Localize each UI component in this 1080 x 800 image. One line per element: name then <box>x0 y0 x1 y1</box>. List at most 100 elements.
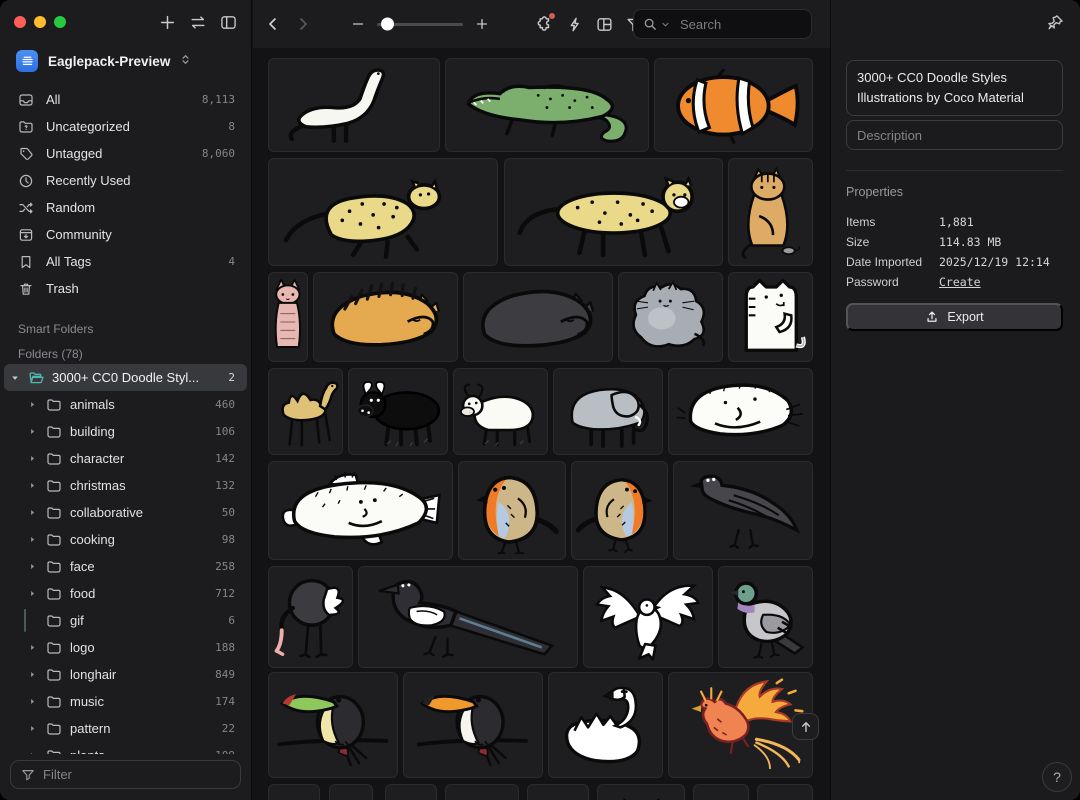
close-window-button[interactable] <box>14 16 26 28</box>
add-button[interactable] <box>159 14 176 31</box>
caret-right-icon[interactable] <box>28 454 38 463</box>
grid-item-elephant[interactable] <box>553 368 663 455</box>
sidebar-item-untagged[interactable]: Untagged 8,060 <box>0 140 251 167</box>
grid-item-partial-2[interactable] <box>329 784 373 800</box>
grid-item-ostrich[interactable] <box>268 566 353 668</box>
caret-right-icon[interactable] <box>28 643 38 652</box>
grid-item-crow[interactable] <box>673 461 813 560</box>
grid-item-partial-8[interactable] <box>757 784 813 800</box>
grid-item-cat-curled-gray[interactable] <box>463 272 613 362</box>
grid-item-toco-toucan[interactable] <box>403 672 543 778</box>
grid-item-partial-4[interactable] <box>445 784 519 800</box>
grid-item-dove[interactable] <box>583 566 713 668</box>
sphynx-cat-doodle <box>270 277 306 356</box>
grid-item-pigeon[interactable] <box>718 566 813 668</box>
folder-item-gif[interactable]: gif 6 <box>0 607 251 634</box>
toco-toucan-doodle <box>408 678 538 772</box>
grid-item-camel[interactable] <box>268 368 343 455</box>
folder-root-selected[interactable]: 3000+ CC0 Doodle Styl... 2 <box>4 364 247 391</box>
grid-item-cat-curled-orange[interactable] <box>313 272 458 362</box>
sidebar-item-all[interactable]: All 8,113 <box>0 86 251 113</box>
export-button[interactable]: Export <box>846 303 1063 331</box>
caret-right-icon[interactable] <box>28 562 38 571</box>
pin-panel-button[interactable] <box>1047 14 1064 36</box>
grid-item-flounder[interactable] <box>268 461 453 560</box>
folder-item-face[interactable]: face 258 <box>0 553 251 580</box>
caret-right-icon[interactable] <box>28 670 38 679</box>
caret-right-icon[interactable] <box>28 535 38 544</box>
caret-right-icon[interactable] <box>28 697 38 706</box>
grid-item-swan[interactable] <box>548 672 663 778</box>
grid-item-magpie[interactable] <box>358 566 578 668</box>
folder-item-pattern[interactable]: pattern 22 <box>0 715 251 742</box>
filter-input[interactable]: Filter <box>10 760 241 789</box>
zoom-out-button[interactable] <box>351 17 365 31</box>
folder-item-animals[interactable]: animals 460 <box>0 391 251 418</box>
sort-swap-icon[interactable] <box>189 14 207 31</box>
search-input[interactable]: Search <box>633 9 812 39</box>
caret-right-icon[interactable] <box>28 589 38 598</box>
grid-item-clownfish[interactable] <box>654 58 813 152</box>
sidebar-item-all-tags[interactable]: All Tags 4 <box>0 248 251 275</box>
actions-button[interactable] <box>566 15 583 33</box>
folder-title-field[interactable]: 3000+ CC0 Doodle Styles Illustrations by… <box>846 60 1063 116</box>
description-field[interactable]: Description <box>846 120 1063 150</box>
back-button[interactable] <box>265 16 281 32</box>
grid-item-robin[interactable] <box>458 461 566 560</box>
folder-item-cooking[interactable]: cooking 98 <box>0 526 251 553</box>
plugins-button[interactable] <box>535 15 553 33</box>
folder-item-collaborative[interactable]: collaborative 50 <box>0 499 251 526</box>
thumbnail-size-slider[interactable] <box>377 23 463 26</box>
scroll-to-top-button[interactable] <box>792 713 819 740</box>
grid-item-keel-toucan[interactable] <box>268 672 398 778</box>
caret-right-icon[interactable] <box>28 508 38 517</box>
properties-list: Items 1,881Size 114.83 MBDate Imported 2… <box>846 212 1063 292</box>
folder-item-music[interactable]: music 174 <box>0 688 251 715</box>
grid-item-cat-with-mouse[interactable] <box>728 158 813 266</box>
toggle-sidebar-icon[interactable] <box>220 14 237 31</box>
caret-right-icon[interactable] <box>28 400 38 409</box>
sidebar-item-community[interactable]: Community <box>0 221 251 248</box>
grid-item-white-cat[interactable] <box>728 272 813 362</box>
caret-down-icon[interactable] <box>10 373 20 383</box>
grid-item-cheetah-walking[interactable] <box>504 158 723 266</box>
help-button[interactable]: ? <box>1042 762 1072 792</box>
grid-item-sphynx-cat[interactable] <box>268 272 308 362</box>
sidebar-item-uncategorized[interactable]: Uncategorized 8 <box>0 113 251 140</box>
zoom-in-button[interactable] <box>475 17 489 31</box>
grid-item-fluffy-kitten[interactable] <box>618 272 723 362</box>
grid-item-cheetah-running[interactable] <box>268 158 498 266</box>
caret-right-icon[interactable] <box>28 427 38 436</box>
minimize-window-button[interactable] <box>34 16 46 28</box>
grid-item-partial-5[interactable] <box>527 784 589 800</box>
folder-item-christmas[interactable]: christmas 132 <box>0 472 251 499</box>
grid-item-partial-3[interactable] <box>385 784 437 800</box>
grid-item-white-cow[interactable] <box>453 368 548 455</box>
library-selector[interactable]: Eaglepack-Preview <box>0 44 251 78</box>
arrow-up-icon <box>799 720 813 734</box>
forward-button[interactable] <box>295 16 311 32</box>
zoom-window-button[interactable] <box>54 16 66 28</box>
sidebar-item-recently-used[interactable]: Recently Used <box>0 167 251 194</box>
caret-right-icon[interactable] <box>28 481 38 490</box>
caret-right-icon[interactable] <box>28 724 38 733</box>
folder-item-food[interactable]: food 712 <box>0 580 251 607</box>
folder-item-logo[interactable]: logo 188 <box>0 634 251 661</box>
folder-item-longhair[interactable]: longhair 849 <box>0 661 251 688</box>
folder-item-building[interactable]: building 106 <box>0 418 251 445</box>
grid-item-partial-7[interactable] <box>693 784 749 800</box>
grid-item-dinosaur[interactable] <box>268 58 440 152</box>
layout-button[interactable] <box>596 15 613 33</box>
grid-item-black-bull[interactable] <box>348 368 448 455</box>
create-password-link[interactable]: Create <box>939 275 981 289</box>
folder-item-character[interactable]: character 142 <box>0 445 251 472</box>
grid-item-partial-6[interactable] <box>597 784 685 800</box>
grid-item-robin-2[interactable] <box>571 461 668 560</box>
slider-knob[interactable] <box>381 18 394 31</box>
grid-item-partial-1[interactable] <box>268 784 320 800</box>
sidebar-item-trash[interactable]: Trash <box>0 275 251 302</box>
grid-item-crocodile[interactable] <box>445 58 649 152</box>
sidebar-item-random[interactable]: Random <box>0 194 251 221</box>
grid-item-blobfish[interactable] <box>668 368 813 455</box>
cat-with-mouse-doodle <box>731 164 809 259</box>
